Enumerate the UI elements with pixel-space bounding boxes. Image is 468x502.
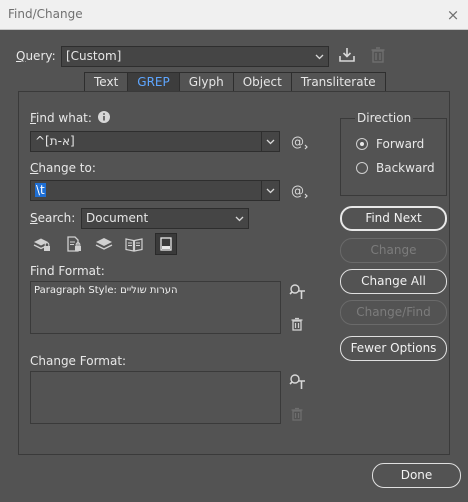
svg-text:@: @ [291,135,304,150]
change-to-label: Change to: [30,161,96,175]
search-value: Document [86,211,149,225]
include-locked-stories-icon[interactable] [64,234,84,254]
change-to-field[interactable]: \t [30,180,280,201]
tab-glyph[interactable]: Glyph [180,73,234,91]
tab-object[interactable]: Object [234,73,292,91]
direction-group [340,118,447,196]
change-button[interactable]: Change [340,238,447,263]
window-title: Find/Change [8,7,83,21]
change-find-button[interactable]: Change/Find [340,300,447,325]
chevron-down-icon[interactable] [262,132,279,151]
chevron-down-icon [311,47,328,66]
tab-grep[interactable]: GREP [128,73,180,91]
find-format-box[interactable]: Paragraph Style: הערות שוליים [30,281,281,334]
chevron-down-icon[interactable] [262,181,279,200]
search-dropdown[interactable]: Document [81,208,249,229]
include-footnotes-icon[interactable] [155,233,177,255]
query-value: [Custom] [66,49,122,63]
chevron-down-icon [231,209,248,228]
include-locked-layers-icon[interactable] [32,234,52,254]
find-what-label: Find what: [30,111,92,125]
include-hidden-layers-icon[interactable] [94,234,114,254]
forward-radio[interactable] [356,138,368,150]
special-characters-icon[interactable]: @ [290,181,310,201]
forward-label[interactable]: Forward [376,137,424,151]
save-query-icon[interactable] [337,45,357,65]
specify-find-format-icon[interactable] [289,283,307,301]
include-master-pages-icon[interactable] [124,234,144,254]
info-icon[interactable] [97,110,111,124]
specify-change-format-icon[interactable] [289,373,307,391]
tab-bar: Text GREP Glyph Object Transliterate [84,72,386,92]
change-format-box[interactable] [30,371,281,424]
tab-text[interactable]: Text [85,73,129,91]
clear-find-format-icon[interactable] [289,316,305,332]
title-bar: Find/Change × [0,0,468,30]
change-all-button[interactable]: Change All [340,269,447,294]
backward-label[interactable]: Backward [376,161,435,175]
find-format-value: Paragraph Style: הערות שוליים [34,285,178,296]
change-to-value: \t [35,183,46,197]
find-what-field[interactable]: ^[א-ת] [30,131,280,152]
backward-radio[interactable] [356,162,368,174]
query-dropdown[interactable]: [Custom] [61,46,329,67]
clear-change-format-icon[interactable] [289,406,305,422]
fewer-options-button[interactable]: Fewer Options [340,336,447,361]
tab-transliterate[interactable]: Transliterate [292,73,385,91]
search-label: Search: [30,211,76,225]
special-characters-icon[interactable]: @ [290,132,310,152]
direction-title: Direction [355,111,414,125]
change-format-label: Change Format: [30,354,127,368]
delete-query-icon[interactable] [368,45,388,65]
find-format-label: Find Format: [30,264,105,278]
svg-text:@: @ [291,184,304,199]
find-next-button[interactable]: Find Next [340,206,447,231]
close-button[interactable]: × [443,5,463,25]
find-what-value: ^[א-ת] [35,134,75,148]
done-button[interactable]: Done [372,463,461,488]
query-label: Query: [16,49,56,63]
